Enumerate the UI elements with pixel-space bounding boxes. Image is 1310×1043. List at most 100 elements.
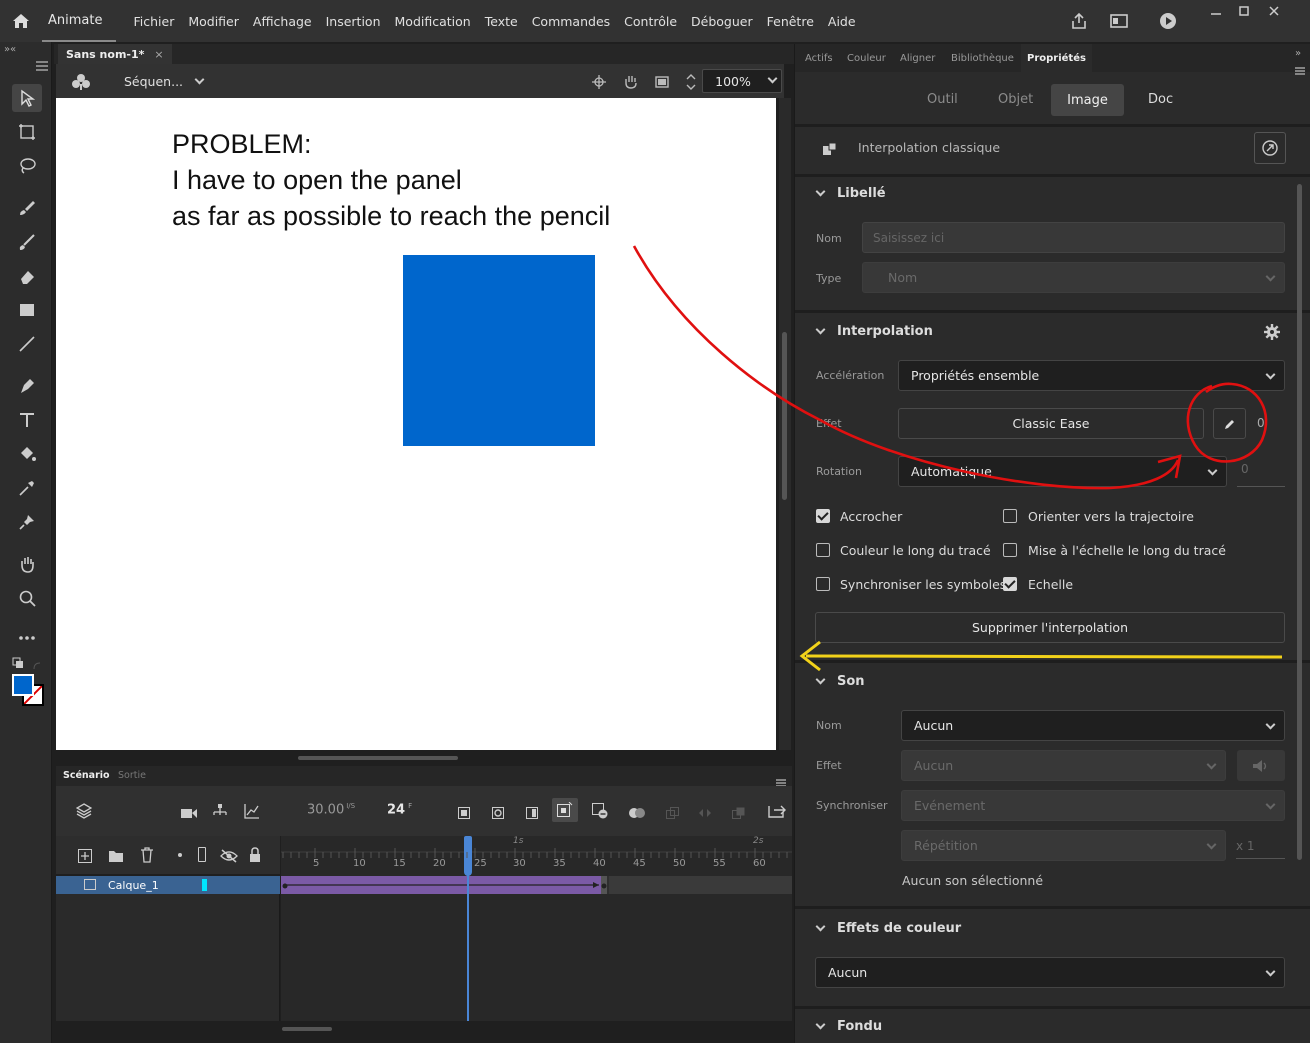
color-effects-collapse-icon[interactable] [815, 921, 826, 932]
paint-brush-tool-icon[interactable] [12, 194, 42, 222]
home-icon[interactable] [0, 0, 42, 42]
scene-selector[interactable]: Séquen... [124, 74, 183, 89]
color-effects-header[interactable]: Effets de couleur [837, 921, 961, 936]
stage-scroll-thumb[interactable] [782, 332, 787, 500]
zoom-stepper-icon[interactable] [686, 72, 696, 96]
menu-modifier[interactable]: Modifier [181, 14, 246, 29]
checkbox-synchroniser[interactable] [816, 577, 830, 591]
insert-blank-keyframe-icon[interactable] [492, 804, 504, 823]
fondu-collapse-icon[interactable] [815, 1019, 826, 1030]
son-sync-select[interactable]: Evénement [901, 790, 1285, 821]
menu-texte[interactable]: Texte [478, 14, 525, 29]
props-menu-icon[interactable] [1295, 60, 1305, 79]
checkbox-couleur[interactable] [816, 543, 830, 557]
parenting-icon[interactable] [212, 803, 228, 822]
onion-skin-icon[interactable] [628, 804, 646, 823]
menu-deboguer[interactable]: Déboguer [684, 14, 760, 29]
brush-tool-icon[interactable] [12, 228, 42, 256]
test-movie-icon[interactable] [1159, 12, 1177, 34]
camera-icon[interactable] [180, 804, 198, 823]
pen-tool-icon[interactable] [12, 372, 42, 400]
auto-keyframe-toggle[interactable] [552, 798, 578, 822]
scene-chevron-icon[interactable] [194, 74, 205, 85]
minimize-icon[interactable] [1202, 0, 1230, 22]
prop-tab-image[interactable]: Image [1051, 84, 1124, 116]
layers-icon[interactable] [75, 803, 93, 823]
stroke-color-swatch[interactable] [12, 674, 34, 696]
classic-ease-button[interactable]: Classic Ease [898, 408, 1204, 439]
stage-horizontal-scrollbar[interactable] [298, 756, 458, 760]
fondu-header[interactable]: Fondu [837, 1019, 882, 1034]
prop-tab-objet[interactable]: Objet [998, 92, 1033, 107]
layer-name[interactable]: Calque_1 [108, 879, 159, 892]
prop-tab-doc[interactable]: Doc [1148, 92, 1173, 107]
rotate-stage-icon[interactable] [622, 73, 640, 93]
zoom-chevron-icon[interactable] [767, 73, 778, 84]
edit-ease-button[interactable] [1213, 408, 1246, 439]
menu-aide[interactable]: Aide [821, 14, 863, 29]
zoom-field[interactable]: 100% [702, 69, 782, 93]
stage-vertical-scrollbar[interactable] [779, 98, 791, 750]
menu-fenetre[interactable]: Fenêtre [760, 14, 821, 29]
zoom-tool-icon[interactable] [12, 584, 42, 612]
menu-fichier[interactable]: Fichier [126, 14, 181, 29]
close-tab-icon[interactable]: × [154, 48, 163, 61]
export-video-icon[interactable] [768, 802, 786, 822]
collapse-props-icon[interactable]: » [1295, 48, 1301, 59]
checkbox-accrocher[interactable] [816, 509, 830, 523]
layer-color-swatch[interactable] [202, 879, 207, 891]
prop-tab-outil[interactable]: Outil [927, 92, 958, 107]
center-stage-icon[interactable] [592, 74, 606, 93]
checkbox-mise-echelle[interactable] [1003, 543, 1017, 557]
open-help-button[interactable] [1254, 132, 1286, 164]
tab-actifs[interactable]: Actifs [799, 44, 839, 72]
clip-stage-icon[interactable] [654, 74, 670, 93]
free-transform-tool-icon[interactable] [12, 118, 42, 146]
tab-proprietes[interactable]: Propriétés [1021, 44, 1092, 72]
menu-controle[interactable]: Contrôle [617, 14, 684, 29]
tab-couleur[interactable]: Couleur [841, 44, 892, 72]
highlight-layer-icon[interactable] [178, 853, 182, 857]
effect-number[interactable]: 0 [1257, 416, 1265, 430]
fps-value[interactable]: 30.00 I/S [307, 802, 355, 817]
tab-sortie[interactable]: Sortie [118, 770, 146, 781]
new-layer-icon[interactable] [78, 848, 92, 867]
interpolation-header[interactable]: Interpolation [837, 324, 933, 339]
libelle-name-input[interactable]: Saisissez ici [862, 222, 1285, 253]
pin-tool-icon[interactable] [12, 508, 42, 536]
current-frame[interactable]: 24 F [387, 802, 412, 817]
stage[interactable]: PROBLEM: I have to open the panel as far… [56, 98, 776, 750]
color-effects-select[interactable]: Aucun [815, 957, 1285, 988]
outline-layer-icon[interactable] [198, 847, 206, 862]
lasso-tool-icon[interactable] [12, 152, 42, 180]
son-collapse-icon[interactable] [815, 674, 826, 685]
rotation-select[interactable]: Automatique [898, 456, 1227, 487]
son-repeat-select[interactable]: Répétition [901, 830, 1226, 861]
remove-tween-button[interactable]: Supprimer l'interpolation [815, 612, 1285, 643]
delete-frame-icon[interactable] [592, 803, 608, 823]
collapse-panel-icon[interactable]: « [10, 44, 16, 55]
timeline-horizontal-scrollbar[interactable] [282, 1027, 332, 1031]
tab-bibliotheque[interactable]: Bibliothèque [945, 44, 1020, 72]
insert-keyframe-icon[interactable] [458, 804, 470, 823]
son-repeat-count[interactable]: x 1 [1236, 839, 1285, 859]
hand-tool-icon[interactable] [12, 550, 42, 578]
tab-scenario[interactable]: Scénario [63, 770, 110, 781]
acceleration-select[interactable]: Propriétés ensemble [898, 360, 1285, 391]
menu-commandes[interactable]: Commandes [525, 14, 617, 29]
graph-icon[interactable] [244, 803, 260, 823]
new-folder-icon[interactable] [108, 848, 124, 867]
hide-layer-icon[interactable] [220, 848, 238, 867]
interpolation-collapse-icon[interactable] [815, 324, 826, 335]
gear-icon[interactable] [1264, 324, 1280, 344]
default-colors-icon[interactable] [12, 654, 24, 673]
delete-layer-icon[interactable] [140, 847, 154, 867]
line-tool-icon[interactable] [12, 330, 42, 358]
lock-layer-icon[interactable] [249, 847, 261, 866]
menu-affichage[interactable]: Affichage [246, 14, 319, 29]
workspace-icon[interactable] [1110, 13, 1128, 33]
selection-tool-icon[interactable] [12, 84, 42, 112]
eyedropper-tool-icon[interactable] [12, 474, 42, 502]
tab-aligner[interactable]: Aligner [894, 44, 941, 72]
libelle-collapse-icon[interactable] [815, 186, 826, 197]
